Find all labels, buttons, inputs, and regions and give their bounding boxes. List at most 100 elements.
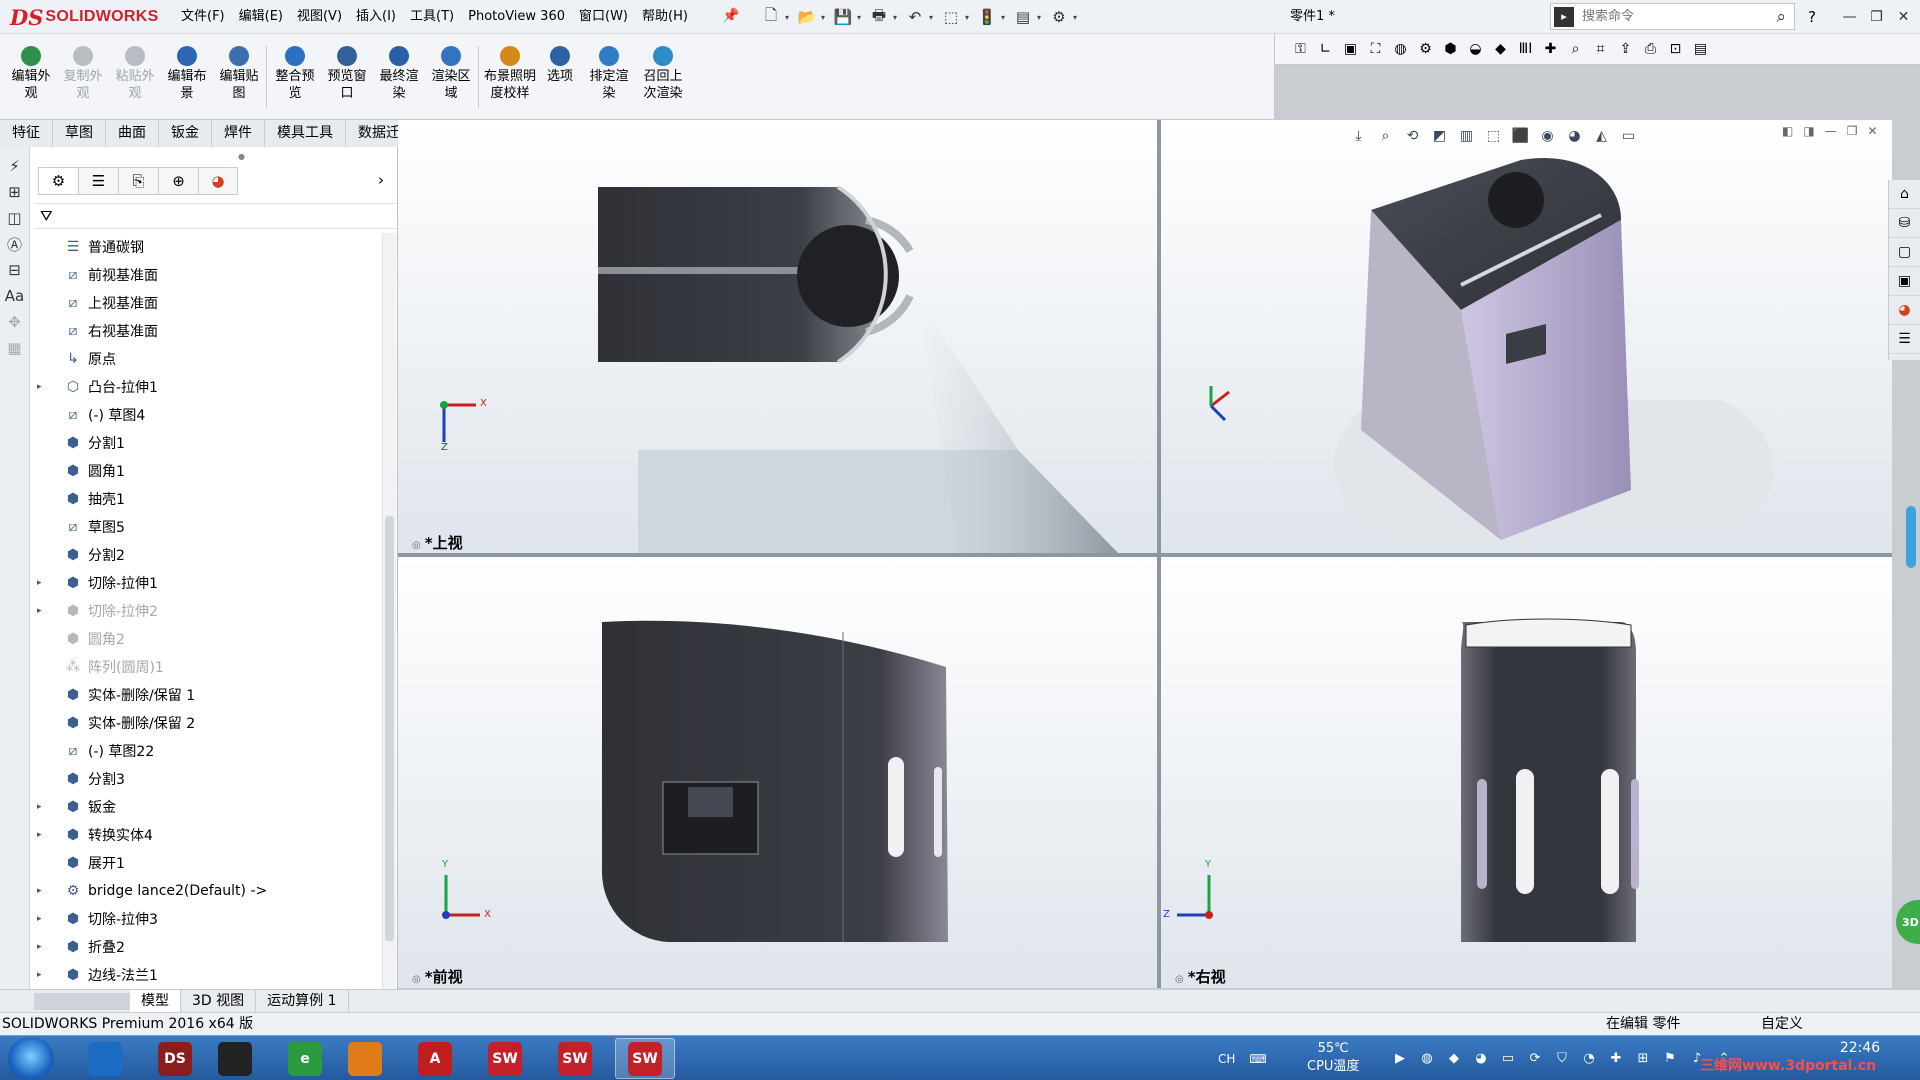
media-icon[interactable]: ▶ — [1390, 1048, 1410, 1068]
model-tab[interactable]: 运动算例 1 — [256, 990, 349, 1012]
move-icon[interactable]: ✥ — [0, 309, 29, 335]
feature-tree-item[interactable]: ▸ ⬢ 切除-拉伸1 — [30, 569, 382, 597]
expand-arrow-icon[interactable]: ▸ — [37, 970, 49, 980]
feature-tree-item[interactable]: ⧄ (-) 草图22 — [30, 737, 382, 765]
bowl-icon[interactable]: ◒ — [1465, 39, 1486, 60]
taskbar-app-autocad[interactable]: A — [405, 1038, 465, 1079]
expand-arrow-icon[interactable]: ▸ — [37, 942, 49, 952]
scroll-thumb[interactable] — [385, 516, 394, 941]
table-icon[interactable]: ▦ — [0, 335, 29, 361]
zoom-to-fit-icon[interactable]: ⤓ — [1348, 126, 1369, 147]
feature-tree-item[interactable]: ☰ 普通碳钢 — [30, 233, 382, 261]
tree-scrollbar[interactable] — [382, 233, 396, 995]
text-icon[interactable]: Ⓐ — [0, 231, 29, 257]
save-icon[interactable]: 💾 — [832, 6, 854, 28]
new-document-icon[interactable]: 🗋 — [760, 6, 782, 28]
flag-icon[interactable]: ⚑ — [1660, 1048, 1680, 1068]
feature-tree-item[interactable]: ⬢ 圆角2 — [30, 625, 382, 653]
display-icon[interactable]: ▣ — [1340, 39, 1361, 60]
tile-right-icon[interactable]: ◨ — [1803, 124, 1814, 138]
tab-command[interactable]: 模具工具 — [265, 120, 346, 147]
tab-command[interactable]: 钣金 — [159, 120, 212, 147]
dropdown-arrow-icon[interactable]: ▾ — [1073, 13, 1081, 22]
dropdown-arrow-icon[interactable]: ▾ — [785, 13, 793, 22]
design-library-icon[interactable]: ⛁ — [1889, 209, 1920, 238]
zoom-to-area-icon[interactable]: ⌕ — [1375, 126, 1396, 147]
property-manager-tab-icon[interactable]: ☰ — [78, 167, 118, 195]
model-tab[interactable]: 3D 视图 — [181, 990, 257, 1012]
viewport-splitter-horizontal[interactable] — [398, 553, 1892, 557]
dropdown-arrow-icon[interactable]: ▾ — [1001, 13, 1009, 22]
menu-item[interactable]: 视图(V) — [290, 0, 349, 34]
solidworks-logo[interactable]: DS SOLIDWORKS — [10, 4, 158, 30]
3d-badge-icon[interactable]: 3D — [1896, 900, 1920, 944]
feature-tree-item[interactable]: ▸ ⬢ 切除-拉伸3 — [30, 905, 382, 933]
render-tool-button[interactable]: 预览窗口 — [322, 46, 372, 102]
chevron-right-icon[interactable]: › — [378, 171, 384, 189]
menu-item[interactable]: 窗口(W) — [572, 0, 635, 34]
expand-arrow-icon[interactable]: ▸ — [37, 830, 49, 840]
custom-properties-icon[interactable]: ☰ — [1889, 325, 1920, 354]
print-preview-icon[interactable]: ⎙ — [1640, 39, 1661, 60]
display-style-icon[interactable]: ⬛ — [1510, 126, 1531, 147]
render-tool-button[interactable]: 召回上次渲染 — [638, 46, 688, 102]
language-indicator[interactable]: CH — [1218, 1052, 1235, 1066]
render-tool-button[interactable]: 编辑布景 — [162, 46, 212, 102]
update-icon[interactable]: ⟳ — [1525, 1048, 1545, 1068]
feature-tree-item[interactable]: ↳ 原点 — [30, 345, 382, 373]
configuration-manager-tab-icon[interactable]: ⎘ — [118, 167, 158, 195]
render-tool-button[interactable]: 渲染区域 — [426, 46, 476, 102]
feature-tree-item[interactable]: ⬢ 展开1 — [30, 849, 382, 877]
binoculars-icon[interactable]: ⌗ — [1590, 39, 1611, 60]
security-icon[interactable]: ◆ — [1444, 1048, 1464, 1068]
qq-tray-icon[interactable]: ◕ — [1471, 1048, 1491, 1068]
tile-left-icon[interactable]: ◧ — [1782, 124, 1793, 138]
select-icon[interactable]: ⬚ — [940, 6, 962, 28]
view-palette-icon[interactable]: ▣ — [1889, 267, 1920, 296]
export-icon[interactable]: ⇪ — [1615, 39, 1636, 60]
menu-item[interactable]: 文件(F) — [174, 0, 232, 34]
wechat-icon[interactable]: ◔ — [1579, 1048, 1599, 1068]
section-view-icon[interactable]: ◩ — [1429, 126, 1450, 147]
resources-icon[interactable]: ⊡ — [1665, 39, 1686, 60]
taskbar-app-browser[interactable]: e — [275, 1038, 335, 1079]
viewport-minimize-icon[interactable]: — — [1825, 124, 1837, 138]
feature-tree-item[interactable]: ⁂ 阵列(圆周)1 — [30, 653, 382, 681]
feature-tree-item[interactable]: ▸ ⬡ 凸台-拉伸1 — [30, 373, 382, 401]
feature-tree-item[interactable]: ⧄ 上视基准面 — [30, 289, 382, 317]
viewport-restore-icon[interactable]: ❐ — [1847, 124, 1858, 138]
close-icon[interactable]: ✕ — [1890, 9, 1917, 25]
pin-menu-icon[interactable]: 📌 — [722, 8, 739, 24]
clock[interactable]: 22:46 — [1820, 1040, 1900, 1056]
feature-manager-tab-icon[interactable]: ⚙ — [38, 167, 78, 195]
view-settings-icon[interactable]: ▭ — [1618, 126, 1639, 147]
apply-scene-icon[interactable]: ◭ — [1591, 126, 1612, 147]
assembly-icon[interactable]: ⛶ — [1365, 39, 1386, 60]
file-explorer-icon[interactable]: ▢ — [1889, 238, 1920, 267]
plus-icon[interactable]: ✚ — [1540, 39, 1561, 60]
file-properties-icon[interactable]: ▤ — [1012, 6, 1034, 28]
display-tray-icon[interactable]: ▭ — [1498, 1048, 1518, 1068]
zoom-icon[interactable]: ⌕ — [1565, 39, 1586, 60]
view-orientation-icon[interactable]: ⬚ — [1483, 126, 1504, 147]
feature-tree-item[interactable]: ⬢ 抽壳1 — [30, 485, 382, 513]
render-tool-button[interactable]: 粘贴外观 — [110, 46, 160, 102]
feature-tree-item[interactable]: ▸ ⬢ 切除-拉伸2 — [30, 597, 382, 625]
menu-item[interactable]: 帮助(H) — [635, 0, 695, 34]
smart-dimension-icon[interactable]: ∟ — [1315, 39, 1336, 60]
viewport-top-view[interactable]: X Z ◎ *上视 — [398, 120, 1157, 553]
render-tool-button[interactable]: 选项 — [540, 46, 580, 85]
feature-tree-item[interactable]: ▸ ⬢ 边线-法兰1 — [30, 961, 382, 989]
feature-tree-item[interactable]: ⬢ 分割3 — [30, 765, 382, 793]
keyboard-icon[interactable]: ⌨ — [1249, 1052, 1266, 1066]
render-tool-button[interactable]: 编辑外观 — [6, 46, 56, 102]
menu-item[interactable]: 工具(T) — [403, 0, 461, 34]
appearances-icon[interactable]: ◕ — [1889, 296, 1920, 325]
dropdown-arrow-icon[interactable]: ▾ — [893, 13, 901, 22]
render-tool-button[interactable]: 编辑贴图 — [214, 46, 264, 102]
shield-icon[interactable]: ⛉ — [1552, 1048, 1572, 1068]
dropdown-arrow-icon[interactable]: ▾ — [857, 13, 865, 22]
solidworks-resources-icon[interactable]: ⌂ — [1889, 180, 1920, 209]
feature-tree-item[interactable]: ▸ ⬢ 钣金 — [30, 793, 382, 821]
dynamic-annotation-icon[interactable]: ▥ — [1456, 126, 1477, 147]
